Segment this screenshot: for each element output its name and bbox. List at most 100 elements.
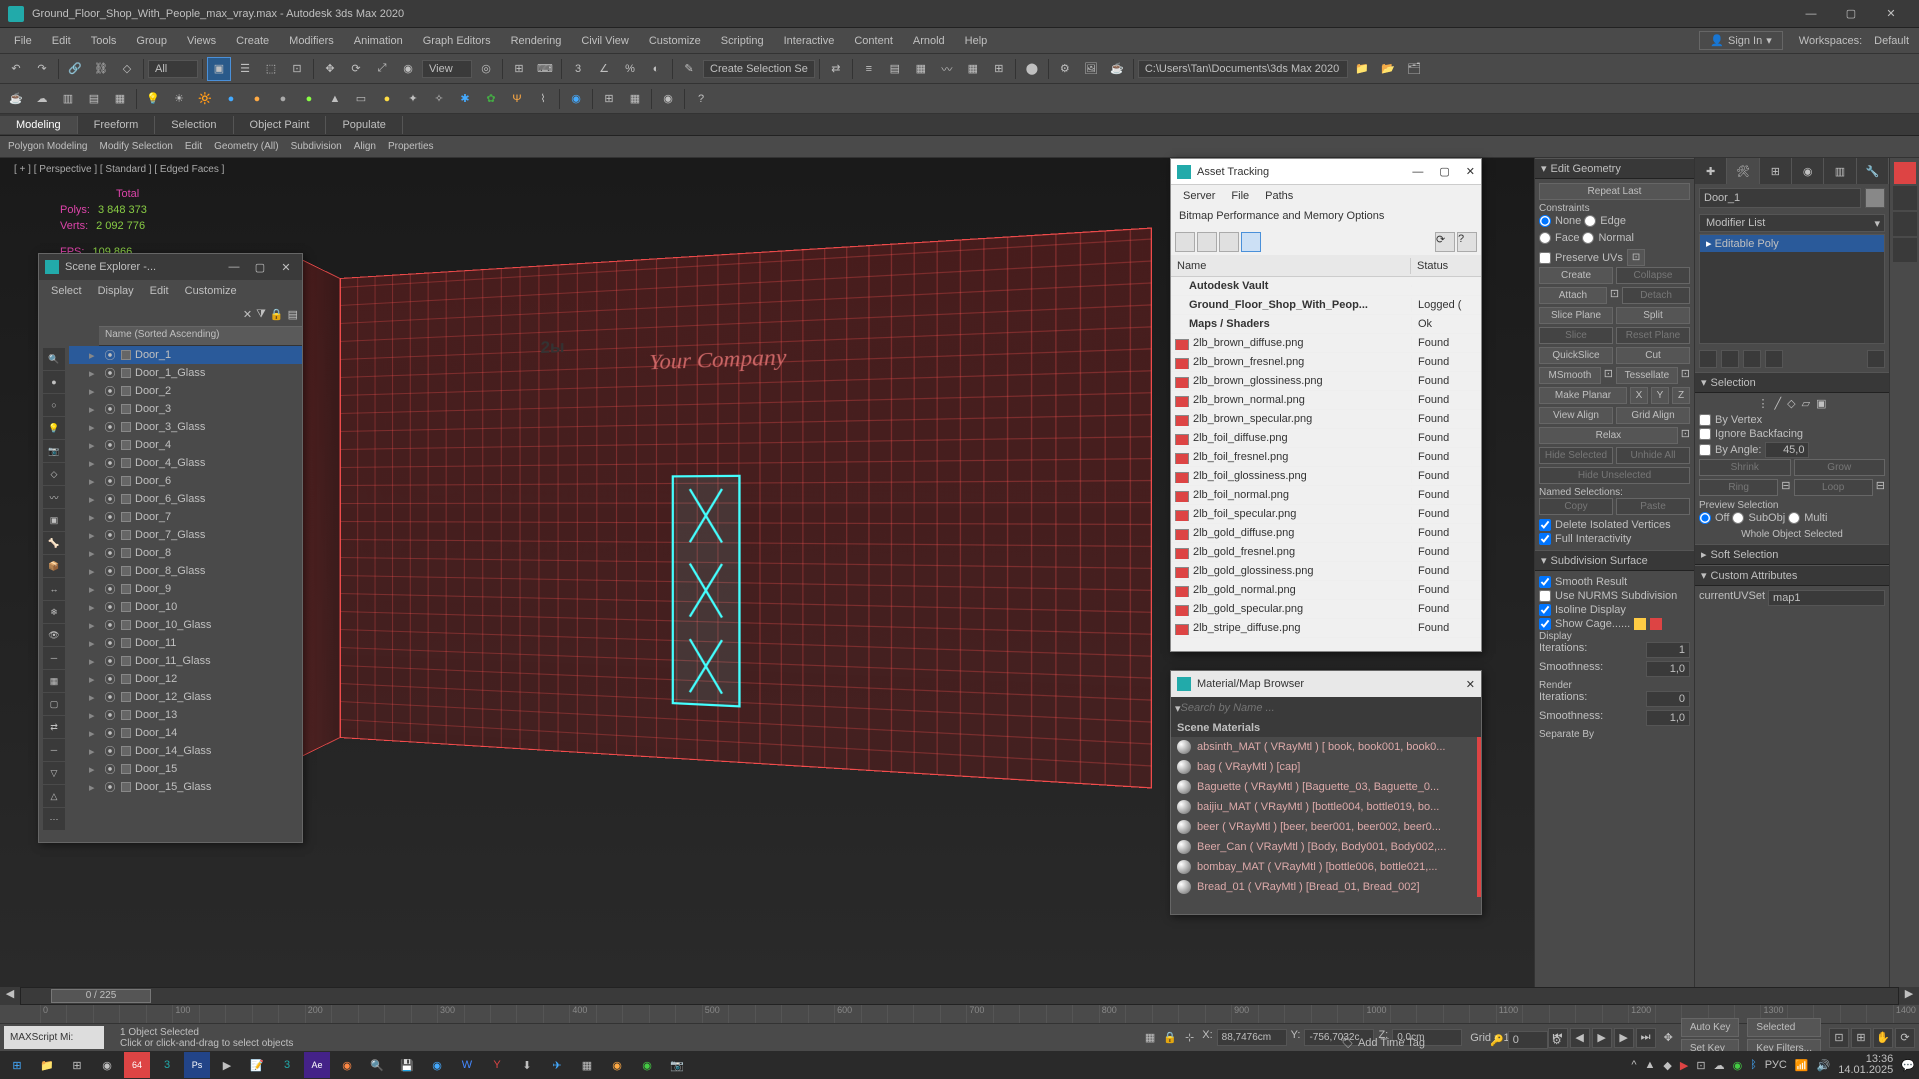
spinnersnap-button[interactable]: ◐ — [644, 57, 668, 81]
filter-invert-icon[interactable]: ⇄ — [43, 716, 65, 738]
nav-icon[interactable]: ✥ — [1664, 1031, 1673, 1044]
isolate-icon[interactable]: ▦ — [1145, 1031, 1155, 1044]
material-item[interactable]: Baguette ( VRayMtl ) [Baguette_03, Bague… — [1171, 777, 1481, 797]
edge-icon[interactable]: ◉ — [424, 1052, 450, 1078]
camera-icon[interactable]: 📷 — [664, 1052, 690, 1078]
64-icon[interactable]: 64 — [124, 1052, 150, 1078]
material-item[interactable]: baijiu_MAT ( VRayMtl ) [bottle004, bottl… — [1171, 797, 1481, 817]
rail-btn-1[interactable] — [1893, 186, 1917, 210]
planar-x-button[interactable]: X — [1630, 387, 1648, 404]
hair-icon[interactable]: ⌇ — [531, 87, 555, 111]
constraint-face-radio[interactable] — [1539, 232, 1551, 244]
folder1-button[interactable]: 📁 — [1350, 57, 1374, 81]
light2-icon[interactable]: ☀ — [167, 87, 191, 111]
app3-icon[interactable]: ⬇ — [514, 1052, 540, 1078]
scene-explorer-max[interactable]: ▢ — [250, 261, 270, 274]
filter-space-icon[interactable]: 〰 — [43, 486, 65, 508]
app4-icon[interactable]: ◉ — [604, 1052, 630, 1078]
prev-frame-button[interactable]: ◀ — [1570, 1028, 1590, 1048]
filter-geom-icon[interactable]: ● — [43, 371, 65, 393]
tray-app3-icon[interactable]: ⊡ — [1696, 1059, 1705, 1072]
matbrowser-close[interactable]: ✕ — [1466, 678, 1475, 691]
tree-item[interactable]: ▸⦿Door_14_Glass — [69, 742, 302, 760]
smooth-result-check[interactable] — [1539, 576, 1551, 588]
menu-views[interactable]: Views — [177, 31, 226, 51]
3dsmax-icon[interactable]: 3 — [154, 1052, 180, 1078]
material-item[interactable]: bag ( VRayMtl ) [cap] — [1171, 757, 1481, 777]
resetplane-button[interactable]: Reset Plane — [1616, 327, 1690, 344]
tree-item[interactable]: ▸⦿Door_2 — [69, 382, 302, 400]
tree-item[interactable]: ▸⦿Door_4 — [69, 436, 302, 454]
asset-row[interactable]: 2lb_brown_specular.pngFound — [1171, 410, 1481, 429]
tree-item[interactable]: ▸⦿Door_8 — [69, 544, 302, 562]
create-tab[interactable]: ✚ — [1695, 158, 1727, 184]
material-editor-button[interactable]: ⬤ — [1020, 57, 1044, 81]
filter-none-icon[interactable]: ▢ — [43, 693, 65, 715]
ts-right[interactable]: ▶ — [1899, 987, 1919, 1005]
se-menu-display[interactable]: Display — [90, 282, 142, 300]
subobj-vertex-icon[interactable]: ⋮ — [1758, 397, 1769, 410]
tray-lang[interactable]: РУС — [1765, 1059, 1787, 1071]
asset-btn1[interactable] — [1175, 232, 1195, 252]
vray1-icon[interactable]: ◉ — [564, 87, 588, 111]
ring-button[interactable]: Ring — [1699, 479, 1778, 496]
asset-min[interactable]: — — [1412, 166, 1423, 178]
refcoord-combo[interactable]: View — [422, 60, 472, 78]
time-config-icon[interactable]: ⚙ — [1552, 1034, 1562, 1047]
rendered-frame-button[interactable]: 🖼 — [1079, 57, 1103, 81]
particle4-icon[interactable]: ✿ — [479, 87, 503, 111]
asset-row[interactable]: 2lb_foil_diffuse.pngFound — [1171, 429, 1481, 448]
customattr-rollout-header[interactable]: ▾ Custom Attributes — [1695, 565, 1889, 586]
signin-button[interactable]: 👤 Sign In ▾ — [1699, 31, 1782, 50]
delete-iso-verts-check[interactable] — [1539, 519, 1551, 531]
display-tab[interactable]: ▥ — [1824, 158, 1856, 184]
subdiv-rollout-header[interactable]: ▾ Subdivision Surface — [1535, 550, 1694, 571]
grid-align-button[interactable]: Grid Align — [1616, 407, 1690, 424]
motion-tab[interactable]: ◉ — [1792, 158, 1824, 184]
ribbon-sub-subdivision[interactable]: Subdivision — [291, 141, 342, 152]
editgeo-rollout-header[interactable]: ▾ Edit Geometry — [1535, 158, 1694, 179]
ribbon-sub-properties[interactable]: Properties — [388, 141, 434, 152]
tree-item[interactable]: ▸⦿Door_11 — [69, 634, 302, 652]
folder3-button[interactable]: 🗂 — [1402, 57, 1426, 81]
asset-row[interactable]: 2lb_gold_fresnel.pngFound — [1171, 543, 1481, 562]
save-icon[interactable]: 💾 — [394, 1052, 420, 1078]
tray-volume-icon[interactable]: 🔊 — [1817, 1059, 1831, 1072]
tree-item[interactable]: ▸⦿Door_4_Glass — [69, 454, 302, 472]
namedsel-copy-button[interactable]: Copy — [1539, 498, 1613, 515]
link-button[interactable]: 🔗 — [63, 57, 87, 81]
slice-button[interactable]: Slice — [1539, 327, 1613, 344]
asset-refresh-icon[interactable]: ⟳ — [1435, 232, 1455, 252]
modifier-stack[interactable]: ▸ Editable Poly — [1699, 234, 1885, 344]
cut-button[interactable]: Cut — [1616, 347, 1690, 364]
asset-row[interactable]: 2lb_gold_normal.pngFound — [1171, 581, 1481, 600]
notes-icon[interactable]: 📝 — [244, 1052, 270, 1078]
tree-item[interactable]: ▸⦿Door_10_Glass — [69, 616, 302, 634]
smoothness-spinner[interactable]: 1,0 — [1646, 661, 1690, 677]
tree-item[interactable]: ▸⦿Door_7_Glass — [69, 526, 302, 544]
asset-row[interactable]: 2lb_brown_normal.pngFound — [1171, 391, 1481, 410]
scene-explorer-col-header[interactable]: Name (Sorted Ascending) — [99, 326, 302, 346]
asset-row[interactable]: 2lb_foil_specular.pngFound — [1171, 505, 1481, 524]
xyz-icon[interactable]: ⊹ — [1185, 1031, 1194, 1044]
tree-item[interactable]: ▸⦿Door_3_Glass — [69, 418, 302, 436]
sphere2-icon[interactable]: ● — [245, 87, 269, 111]
search-funnel-icon[interactable]: ⧩ — [256, 308, 266, 321]
menu-tools[interactable]: Tools — [81, 31, 127, 51]
goto-end-button[interactable]: ⏭ — [1636, 1028, 1656, 1048]
tray-app2-icon[interactable]: ◆ — [1663, 1059, 1671, 1072]
filter-search-icon[interactable]: 🔍 — [43, 348, 65, 370]
filter-helper-icon[interactable]: ◇ — [43, 463, 65, 485]
material-item[interactable]: Bread_01 ( VRayMtl ) [Bread_01, Bread_00… — [1171, 877, 1481, 897]
tree-item[interactable]: ▸⦿Door_7 — [69, 508, 302, 526]
select-name-button[interactable]: ☰ — [233, 57, 257, 81]
sliceplane-button[interactable]: Slice Plane — [1539, 307, 1613, 324]
material-item[interactable]: bombay_MAT ( VRayMtl ) [bottle006, bottl… — [1171, 857, 1481, 877]
app5-icon[interactable]: ◉ — [634, 1052, 660, 1078]
tree-item[interactable]: ▸⦿Door_1 — [69, 346, 302, 364]
asset-col-status[interactable]: Status — [1411, 258, 1481, 274]
menu-interactive[interactable]: Interactive — [774, 31, 845, 51]
help-icon[interactable]: ? — [689, 87, 713, 111]
render-button[interactable]: ☕ — [1105, 57, 1129, 81]
se-menu-select[interactable]: Select — [43, 282, 90, 300]
